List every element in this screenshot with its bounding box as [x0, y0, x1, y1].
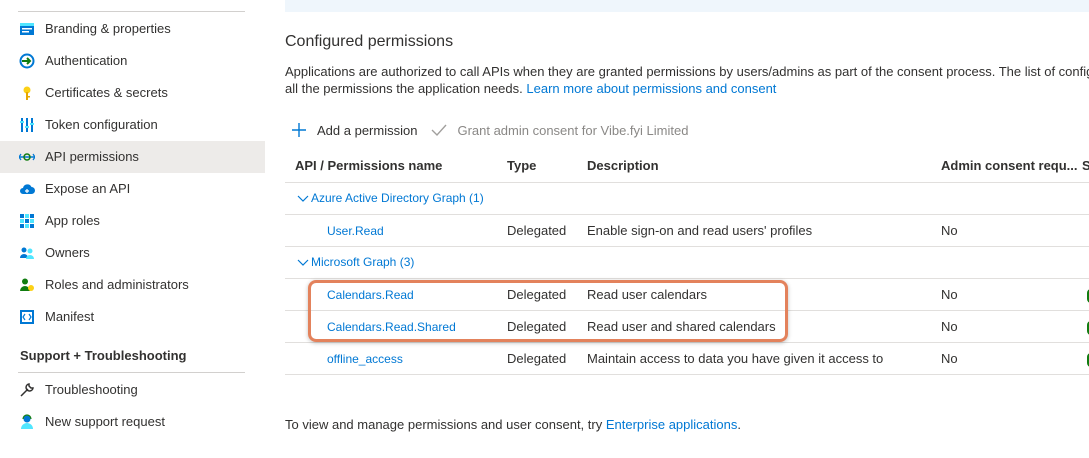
sidebar-item-owners[interactable]: Owners [0, 237, 265, 269]
grant-admin-consent-button[interactable]: Grant admin consent for Vibe.fyi Limited [431, 122, 688, 138]
plus-icon [292, 123, 306, 137]
enterprise-applications-link[interactable]: Enterprise applications [606, 417, 738, 432]
sidebar-item-label: Token configuration [45, 117, 158, 132]
admin-consent-value: No [941, 287, 958, 302]
sidebar-item-authentication[interactable]: Authentication [0, 45, 265, 77]
footer-note: To view and manage permissions and user … [285, 417, 741, 432]
sidebar-item-label: Roles and administrators [45, 277, 189, 292]
table-header: API / Permissions name Type Description … [285, 150, 1089, 183]
main-content: Configured permissions Applications are … [285, 0, 1089, 458]
sidebar-item-certificates[interactable]: Certificates & secrets [0, 77, 265, 109]
page-title: Configured permissions [285, 33, 454, 50]
sidebar-item-label: App roles [45, 213, 100, 228]
sidebar-item-label: Branding & properties [45, 21, 171, 36]
group-toggle[interactable]: Microsoft Graph (3) [297, 255, 414, 269]
roles-admin-icon [19, 277, 35, 293]
permission-link[interactable]: User.Read [327, 224, 384, 238]
toolbar: Add a permission Grant admin consent for… [291, 120, 702, 140]
permission-link[interactable]: Calendars.Read.Shared [327, 320, 456, 334]
permission-description: Maintain access to data you have given i… [587, 351, 884, 366]
table-row: offline_access Delegated Maintain access… [285, 343, 1089, 375]
column-header-description[interactable]: Description [587, 158, 659, 173]
column-header-status[interactable]: S [1082, 158, 1089, 173]
branding-icon [19, 21, 35, 37]
sidebar-item-api-permissions[interactable]: API permissions [0, 141, 265, 173]
learn-more-link[interactable]: Learn more about permissions and consent [526, 81, 776, 96]
permission-link[interactable]: Calendars.Read [327, 288, 414, 302]
permission-type: Delegated [507, 319, 567, 334]
permission-type: Delegated [507, 287, 567, 302]
table-row: Calendars.Read.Shared Delegated Read use… [285, 311, 1089, 343]
grant-consent-label: Grant admin consent for Vibe.fyi Limited [457, 122, 689, 138]
column-header-admin-consent[interactable]: Admin consent requ... [941, 158, 1078, 173]
api-permissions-icon [19, 149, 35, 165]
sidebar-item-roles-administrators[interactable]: Roles and administrators [0, 269, 265, 301]
column-header-api[interactable]: API / Permissions name [295, 158, 442, 173]
table-row: User.Read Delegated Enable sign-on and r… [285, 215, 1089, 247]
token-config-icon [19, 117, 35, 133]
permission-description: Enable sign-on and read users' profiles [587, 223, 813, 238]
permission-description: Read user and shared calendars [587, 319, 776, 334]
sidebar-item-label: Expose an API [45, 181, 131, 196]
sidebar-item-label: Owners [45, 245, 90, 260]
permission-description: Read user calendars [587, 287, 707, 302]
description-line: all the permissions the application need… [285, 80, 1089, 97]
admin-consent-value: No [941, 319, 958, 334]
description: Applications are authorized to call APIs… [285, 63, 1089, 97]
sidebar-item-label: Manifest [45, 309, 95, 324]
sidebar-item-expose-api[interactable]: Expose an API [0, 173, 265, 205]
sidebar: Branding & properties Authentication Cer… [0, 0, 265, 458]
permission-link[interactable]: offline_access [327, 352, 403, 366]
table-row: Calendars.Read Delegated Read user calen… [285, 279, 1089, 311]
chevron-down-icon [297, 259, 309, 266]
add-permission-label: Add a permission [317, 122, 418, 138]
checkmark-icon [431, 124, 447, 137]
sidebar-divider [18, 11, 245, 12]
column-header-type[interactable]: Type [507, 158, 536, 173]
sidebar-item-manifest[interactable]: Manifest [0, 301, 265, 333]
add-permission-button[interactable]: Add a permission [291, 122, 417, 138]
footer-text: To view and manage permissions and user … [285, 417, 606, 432]
authentication-icon [19, 53, 35, 69]
group-toggle[interactable]: Azure Active Directory Graph (1) [297, 191, 484, 205]
sidebar-item-app-roles[interactable]: App roles [0, 205, 265, 237]
description-line: Applications are authorized to call APIs… [285, 64, 1089, 79]
chevron-down-icon [297, 195, 309, 202]
sidebar-item-label: Certificates & secrets [45, 85, 168, 100]
sidebar-item-token-configuration[interactable]: Token configuration [0, 109, 265, 141]
group-row[interactable]: Microsoft Graph (3) [285, 247, 1089, 279]
manifest-icon [19, 309, 35, 325]
group-name: Azure Active Directory Graph (1) [311, 191, 484, 205]
sidebar-item-label: Troubleshooting [45, 382, 138, 397]
support-person-icon [19, 414, 35, 430]
sidebar-item-label: API permissions [45, 149, 139, 164]
sidebar-item-troubleshooting[interactable]: Troubleshooting [0, 374, 265, 406]
footer-end: . [737, 417, 741, 432]
admin-consent-value: No [941, 223, 958, 238]
wrench-icon [19, 382, 35, 398]
group-row[interactable]: Azure Active Directory Graph (1) [285, 183, 1089, 215]
support-section-heading: Support + Troubleshooting [20, 348, 187, 363]
info-banner [285, 0, 1089, 12]
permission-type: Delegated [507, 351, 567, 366]
owners-icon [19, 245, 35, 261]
admin-consent-value: No [941, 351, 958, 366]
app-roles-icon [19, 213, 35, 229]
sidebar-item-label: New support request [45, 414, 165, 429]
group-name: Microsoft Graph (3) [311, 255, 415, 269]
sidebar-divider [18, 372, 245, 373]
description-text: all the permissions the application need… [285, 81, 527, 96]
sidebar-item-branding[interactable]: Branding & properties [0, 13, 265, 45]
sidebar-item-label: Authentication [45, 53, 128, 68]
permission-type: Delegated [507, 223, 567, 238]
cloud-icon [19, 181, 35, 197]
key-icon [19, 85, 35, 101]
sidebar-item-new-support-request[interactable]: New support request [0, 406, 265, 438]
